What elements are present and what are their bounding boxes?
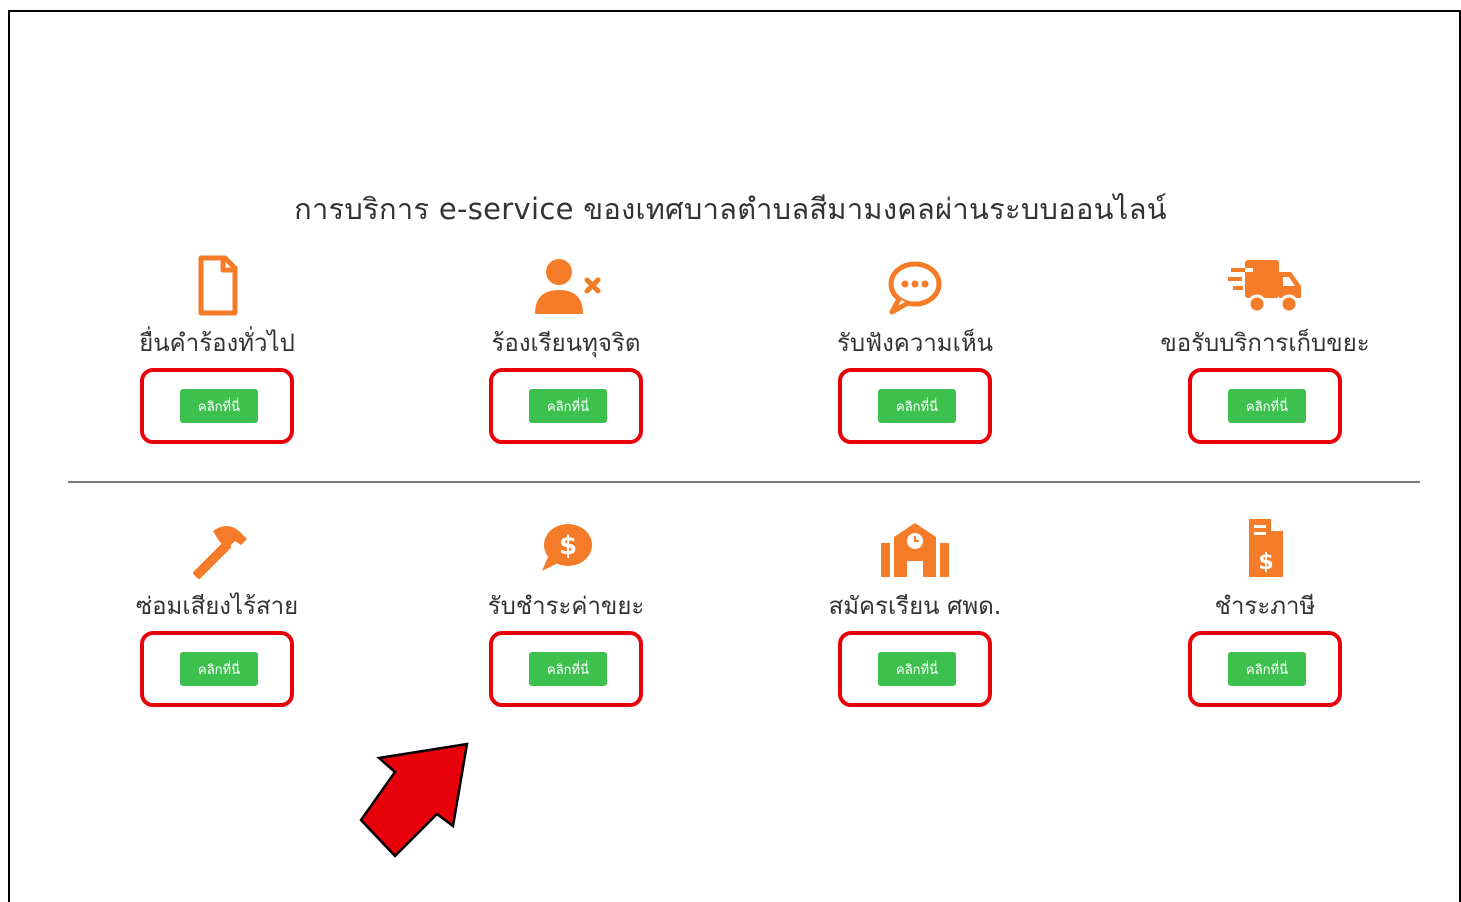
service-label: ร้องเรียนทุจริต [491,329,641,357]
click-here-button[interactable]: คลิกที่นี่ [529,389,607,423]
highlight-box: คลิกที่นี่ [489,368,643,444]
svg-text:$: $ [1258,550,1273,575]
click-here-button[interactable]: คลิกที่นี่ [878,652,956,686]
service-label: ชำระภาษี [1214,592,1316,620]
invoice-dollar-icon: $ [1225,513,1305,583]
click-here-button[interactable]: คลิกที่นี่ [180,389,258,423]
click-here-button[interactable]: คลิกที่นี่ [1228,652,1306,686]
money-comment-icon: $ [526,513,606,583]
comment-icon [875,250,955,320]
svg-text:$: $ [559,531,577,561]
user-times-icon [526,250,606,320]
highlight-box: คลิกที่นี่ [140,631,294,707]
truck-icon [1225,250,1305,320]
service-garbage-collection: ขอรับบริการเก็บขยะ คลิกที่นี่ [1115,250,1415,444]
click-here-button[interactable]: คลิกที่นี่ [878,389,956,423]
school-icon [875,513,955,583]
service-general-request: ยื่นคำร้องทั่วไป คลิกที่นี่ [67,250,367,444]
click-here-button[interactable]: คลิกที่นี่ [529,652,607,686]
highlight-box: คลิกที่นี่ [1188,368,1342,444]
service-label: ยื่นคำร้องทั่วไป [139,329,295,357]
service-label: รับฟังความเห็น [836,329,994,357]
service-label: รับชำระค่าขยะ [487,592,645,620]
service-label: ขอรับบริการเก็บขยะ [1160,329,1370,357]
service-label: ซ่อมเสียงไร้สาย [135,592,299,620]
service-wireless-speaker-repair: ซ่อมเสียงไร้สาย คลิกที่นี่ [67,513,367,707]
hammer-icon [177,513,257,583]
highlight-box: คลิกที่นี่ [489,631,643,707]
file-icon [177,250,257,320]
service-corruption-complaint: ร้องเรียนทุจริต คลิกที่นี่ [416,250,716,444]
service-label: สมัครเรียน ศพด. [828,592,1002,620]
click-here-button[interactable]: คลิกที่นี่ [1228,389,1306,423]
service-tax-payment: $ ชำระภาษี คลิกที่นี่ [1115,513,1415,707]
row-divider [68,481,1420,483]
highlight-box: คลิกที่นี่ [1188,631,1342,707]
highlight-box: คลิกที่นี่ [140,368,294,444]
highlight-box: คลิกที่นี่ [838,368,992,444]
pointer-arrow-icon [359,742,469,858]
service-feedback: รับฟังความเห็น คลิกที่นี่ [765,250,1065,444]
screenshot-frame [8,10,1461,902]
click-here-button[interactable]: คลิกที่นี่ [180,652,258,686]
service-childcare-enrollment: สมัครเรียน ศพด. คลิกที่นี่ [765,513,1065,707]
service-garbage-fee-payment: $ รับชำระค่าขยะ คลิกที่นี่ [416,513,716,707]
page-title: การบริการ e-service ของเทศบาลตำบลสีมามงค… [294,192,1167,226]
highlight-box: คลิกที่นี่ [838,631,992,707]
